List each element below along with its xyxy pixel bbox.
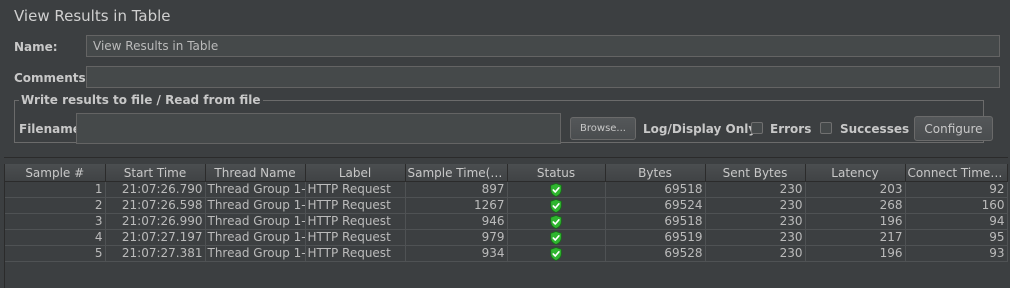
cell-thread-name: Thread Group 1-4 [205,229,306,246]
cell-status [507,197,606,214]
filename-input[interactable] [76,113,561,144]
column-header-label[interactable]: Label [305,164,406,182]
cell-label: HTTP Request [305,181,406,198]
cell-sent-bytes: 230 [705,197,806,214]
table-row[interactable]: 3 21:07:26.990 Thread Group 1-3 HTTP Req… [5,213,1008,230]
log-display-label: Log/Display Only: [643,122,761,136]
cell-latency: 196 [805,245,906,262]
shield-check-icon [550,182,562,197]
cell-bytes: 69519 [605,229,706,246]
column-header-status[interactable]: Status [507,164,606,182]
cell-status [507,245,606,262]
column-header-bytes[interactable]: Bytes [605,164,706,182]
cell-sample-time: 946 [405,213,508,230]
cell-sample: 3 [5,213,106,230]
cell-sample-time: 897 [405,181,508,198]
cell-label: HTTP Request [305,213,406,230]
cell-status [507,229,606,246]
table-row[interactable]: 2 21:07:26.598 Thread Group 1-1 HTTP Req… [5,197,1008,214]
cell-label: HTTP Request [305,197,406,214]
table-row[interactable]: 1 21:07:26.790 Thread Group 1-2 HTTP Req… [5,181,1008,198]
cell-thread-name: Thread Group 1-3 [205,213,306,230]
cell-start-time: 21:07:26.598 [105,197,206,214]
column-header-sample[interactable]: Sample # [5,164,106,182]
cell-connect-time: 92 [905,181,1008,198]
column-header-latency[interactable]: Latency [805,164,906,182]
successes-label[interactable]: Successes [840,122,909,136]
cell-sample-time: 934 [405,245,508,262]
column-header-sample-time[interactable]: Sample Time(ms) [405,164,508,182]
cell-sample: 1 [5,181,106,198]
column-header-sent-bytes[interactable]: Sent Bytes [705,164,806,182]
cell-label: HTTP Request [305,229,406,246]
cell-thread-name: Thread Group 1-2 [205,181,306,198]
errors-label[interactable]: Errors [770,122,811,136]
comments-input[interactable] [86,66,1000,88]
filename-label: Filename [19,122,81,136]
cell-connect-time: 93 [905,245,1008,262]
cell-sample: 4 [5,229,106,246]
cell-start-time: 21:07:26.790 [105,181,206,198]
cell-status [507,181,606,198]
file-group-legend: Write results to file / Read from file [21,93,261,107]
cell-sent-bytes: 230 [705,181,806,198]
column-header-start-time[interactable]: Start Time [105,164,206,182]
shield-check-icon [550,230,562,245]
configure-button[interactable]: Configure [914,116,993,141]
table-row[interactable]: 5 21:07:27.381 Thread Group 1-5 HTTP Req… [5,245,1008,262]
cell-thread-name: Thread Group 1-1 [205,197,306,214]
cell-status [507,213,606,230]
page-title: View Results in Table [14,7,171,25]
cell-start-time: 21:07:26.990 [105,213,206,230]
cell-latency: 217 [805,229,906,246]
cell-bytes: 69518 [605,213,706,230]
cell-connect-time: 160 [905,197,1008,214]
cell-sample-time: 979 [405,229,508,246]
cell-thread-name: Thread Group 1-5 [205,245,306,262]
cell-sample-time: 1267 [405,197,508,214]
cell-bytes: 69518 [605,181,706,198]
shield-check-icon [550,246,562,261]
name-input[interactable] [86,35,1000,57]
cell-label: HTTP Request [305,245,406,262]
column-header-connect-time[interactable]: Connect Time(... [905,164,1008,182]
errors-checkbox[interactable] [751,122,763,134]
cell-sent-bytes: 230 [705,229,806,246]
cell-sample: 5 [5,245,106,262]
cell-sample: 2 [5,197,106,214]
results-table-container: Sample # Start Time Thread Name Label Sa… [4,164,1008,288]
comments-label: Comments: [14,71,91,85]
table-header-row: Sample # Start Time Thread Name Label Sa… [5,164,1008,182]
cell-bytes: 69524 [605,197,706,214]
cell-latency: 268 [805,197,906,214]
cell-connect-time: 95 [905,229,1008,246]
shield-check-icon [550,198,562,213]
cell-sent-bytes: 230 [705,213,806,230]
table-row[interactable]: 4 21:07:27.197 Thread Group 1-4 HTTP Req… [5,229,1008,246]
name-label: Name: [14,40,58,54]
column-header-thread-name[interactable]: Thread Name [205,164,306,182]
results-table: Sample # Start Time Thread Name Label Sa… [5,164,1008,262]
cell-start-time: 21:07:27.381 [105,245,206,262]
cell-bytes: 69528 [605,245,706,262]
cell-latency: 203 [805,181,906,198]
browse-button[interactable]: Browse... [570,117,636,140]
shield-check-icon [550,214,562,229]
successes-checkbox[interactable] [820,122,832,134]
cell-latency: 196 [805,213,906,230]
cell-connect-time: 94 [905,213,1008,230]
panel-separator [4,157,1008,158]
cell-sent-bytes: 230 [705,245,806,262]
cell-start-time: 21:07:27.197 [105,229,206,246]
